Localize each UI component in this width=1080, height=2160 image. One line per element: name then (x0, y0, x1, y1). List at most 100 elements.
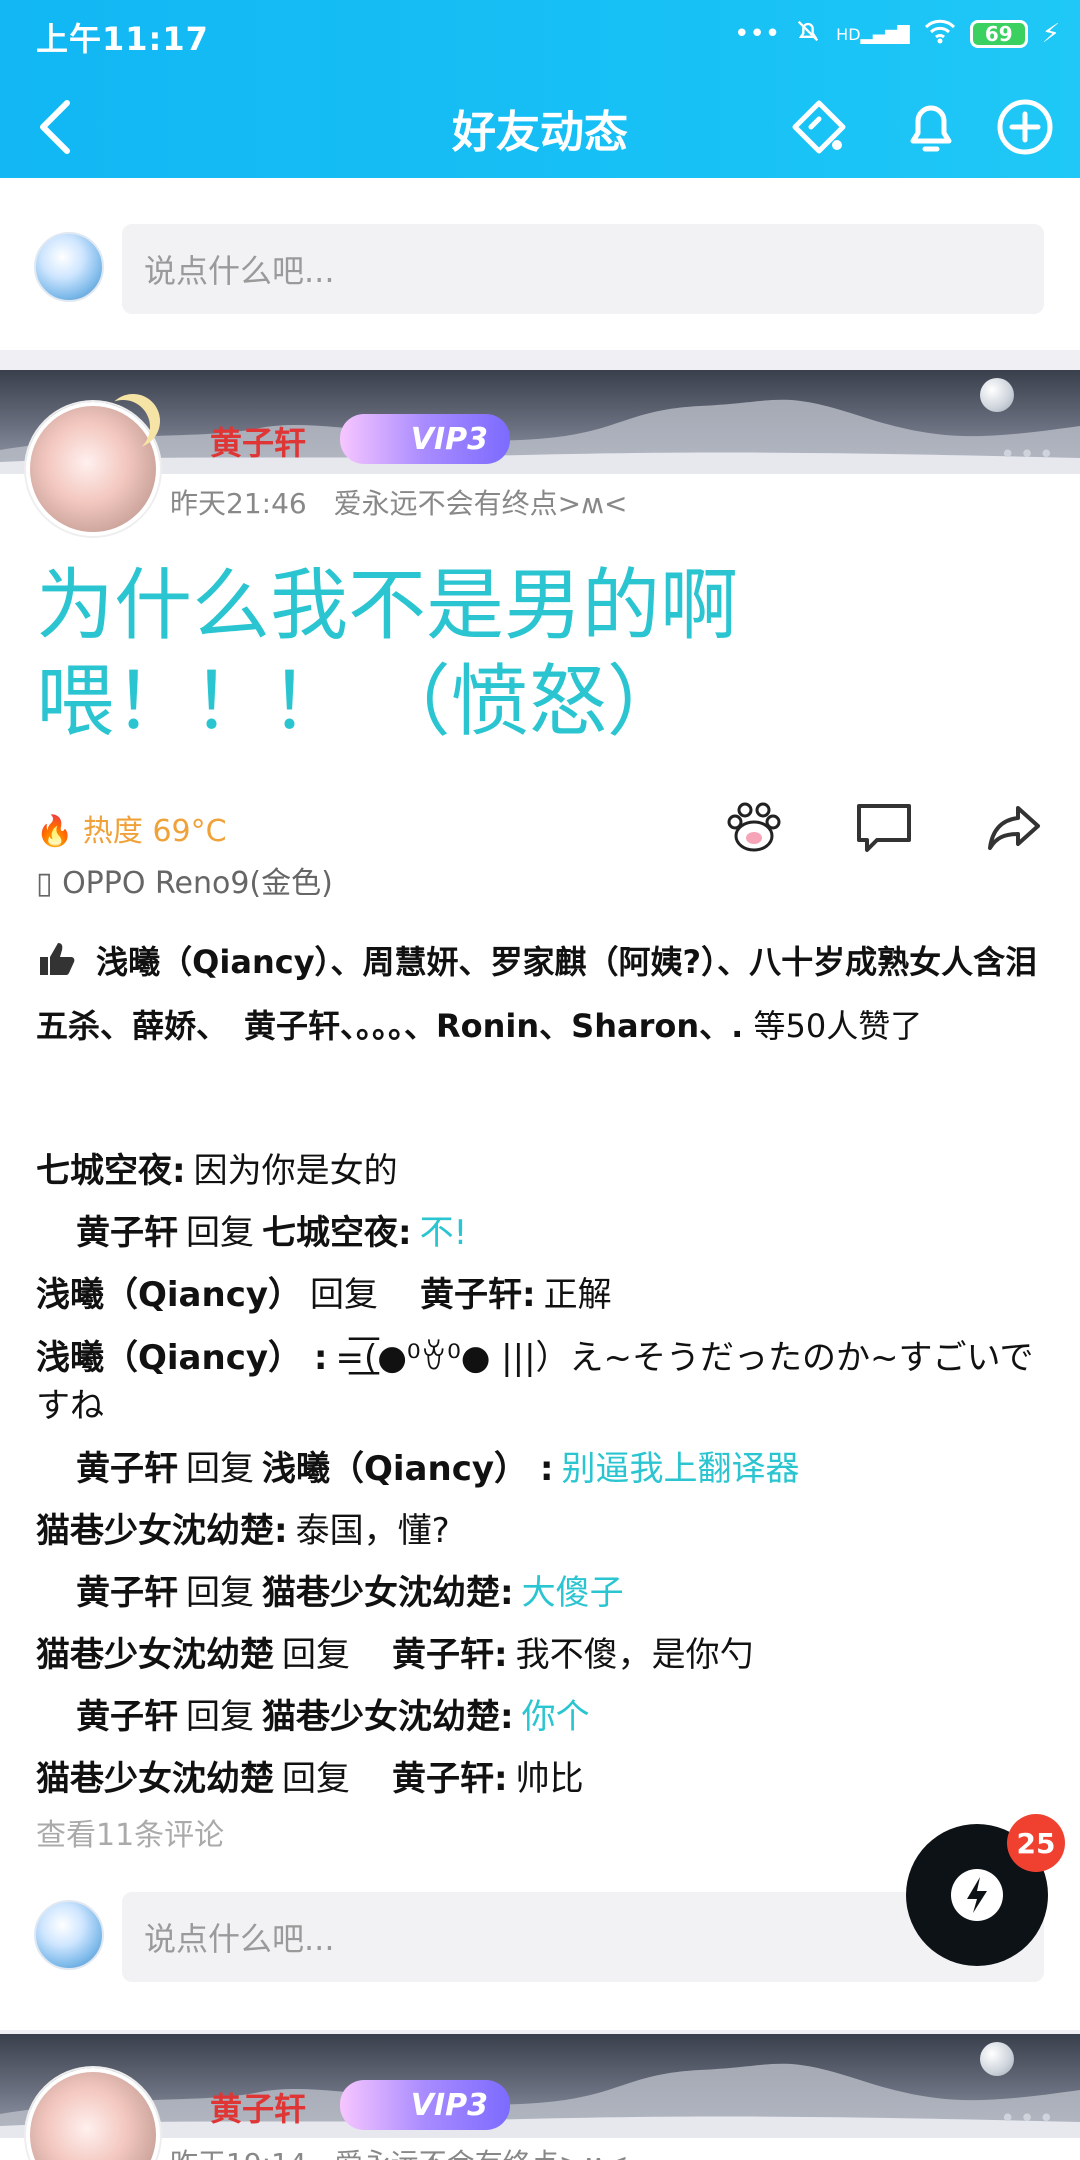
share-button[interactable] (976, 790, 1052, 866)
device-text: OPPO Reno9(金色) (62, 866, 333, 901)
comment-separator: : (274, 1511, 288, 1551)
comment-separator: : (494, 1635, 508, 1675)
post-time: 昨天21:46 (170, 487, 307, 520)
vip-badge[interactable]: VIP3 (340, 414, 510, 464)
notification-bell-icon[interactable] (896, 92, 966, 162)
comment-separator: : (398, 1213, 412, 1253)
comment-user[interactable]: 七城空夜 (36, 1151, 172, 1191)
comment-separator: : (494, 1759, 508, 1799)
reply-word: 回复 (186, 1213, 254, 1253)
reply-target[interactable]: 七城空夜 (262, 1213, 398, 1253)
comment-row[interactable]: 黄子轩 回复 七城空夜: 不! (36, 1202, 1046, 1264)
crescent-frame-icon (96, 400, 150, 454)
comment-text: 不! (419, 1213, 468, 1253)
comment-text: 帅比 (515, 1759, 584, 1799)
comment-separator: : (500, 1573, 514, 1613)
comment-button[interactable] (846, 790, 922, 866)
heat-text: 热度 69°C (82, 814, 227, 849)
comment-row[interactable]: 浅曦（Qiancy） : =͟͟͞͞(●⁰ꈊ⁰● |||）え~そうだったのか~すご… (36, 1326, 1046, 1438)
comment-user[interactable]: 黄子轩 (76, 1213, 178, 1253)
comments-list: 七城空夜: 因为你是女的 黄子轩 回复 七城空夜: 不! 浅曦（Qiancy） 回复 黄子轩:… (36, 1140, 1046, 1810)
comment-row[interactable]: 猫巷少女沈幼楚 回复 黄子轩: 帅比 (36, 1748, 1046, 1810)
post-content: 为什么我不是男的啊 喂！！！ （愤怒） (36, 558, 1046, 750)
signal-icon: HD▂▄▆█ (836, 24, 910, 44)
comment-user[interactable]: 猫巷少女沈幼楚 (36, 1511, 274, 1551)
reply-target[interactable]: 猫巷少女沈幼楚 (262, 1573, 500, 1613)
reply-target[interactable]: 黄子轩 (386, 1275, 522, 1315)
moon-decoration (980, 378, 1014, 412)
comment-user[interactable]: 黄子轩 (76, 1697, 178, 1737)
comment-row[interactable]: 浅曦（Qiancy） 回复 黄子轩: 正解 (36, 1264, 1046, 1326)
comment-user[interactable]: 浅曦（Qiancy） (36, 1338, 302, 1378)
likes-summary: 浅曦（Qiancy）、周慧妍、罗家麒（阿姨?）、八十岁成熟女人含泪五杀、薛娇、 … (36, 930, 1046, 1058)
comment-text: 别逼我上翻译器 (561, 1449, 800, 1489)
reply-word: 回复 (282, 1759, 350, 1799)
comment-separator: : (528, 1449, 554, 1489)
charging-icon: ⚡ (1041, 19, 1060, 49)
reply-word: 回复 (310, 1275, 379, 1315)
more-options-icon[interactable]: ••• (1000, 440, 1058, 470)
profile-banner: ••• (0, 370, 1080, 474)
comment-user[interactable]: 黄子轩 (76, 1573, 178, 1613)
comment-user[interactable]: 浅曦（Qiancy） (36, 1275, 302, 1315)
comment-separator: : (172, 1151, 186, 1191)
comment-text: 泰国，懂? (295, 1511, 450, 1551)
post-meta: 昨天21:46 爱永远不会有终点>ʍ< (170, 482, 627, 522)
unread-badge: 25 (1007, 1814, 1065, 1872)
author-name[interactable]: 黄子轩 (210, 418, 306, 464)
comment-text: 我不傻，是你勺 (515, 1635, 754, 1675)
view-all-comments-link[interactable]: 查看11条评论 (36, 1810, 224, 1854)
reply-word: 回复 (282, 1635, 350, 1675)
comment-row[interactable]: 七城空夜: 因为你是女的 (36, 1140, 1046, 1202)
next-post-card: ••• 黄子轩 VIP3 昨天19:14 爱永远不会有终点>ʍ< (0, 2034, 1080, 2160)
comment-row[interactable]: 猫巷少女沈幼楚: 泰国，懂? (36, 1500, 1046, 1562)
like-count-text: 等50人赞了 (743, 1007, 923, 1045)
paw-like-button[interactable] (716, 790, 792, 866)
more-dots-icon: ••• (734, 19, 781, 49)
reply-target[interactable]: 浅曦（Qiancy） (262, 1449, 528, 1489)
device-info: ▯ OPPO Reno9(金色) (36, 858, 333, 902)
thumbs-up-icon (36, 939, 76, 979)
comment-row[interactable]: 黄子轩 回复 猫巷少女沈幼楚: 你个 (36, 1686, 1046, 1748)
comment-input[interactable]: 说点什么吧... (122, 224, 1044, 314)
comment-user[interactable]: 猫巷少女沈幼楚 (36, 1759, 274, 1799)
top-comment-compose: 说点什么吧... (0, 178, 1080, 350)
comment-user[interactable]: 黄子轩 (76, 1449, 178, 1489)
status-bar: 上午11:17 ••• HD▂▄▆█ 69 ⚡ (0, 0, 1080, 66)
author-signature: 爱永远不会有终点>ʍ< (333, 487, 628, 520)
phone-icon: ▯ (36, 866, 53, 901)
post-card: ••• 黄子轩 VIP3 昨天21:46 爱永远不会有终点>ʍ< 为什么我不是男… (0, 370, 1080, 2030)
comment-row[interactable]: 猫巷少女沈幼楚 回复 黄子轩: 我不傻，是你勺 (36, 1624, 1046, 1686)
reply-target[interactable]: 黄子轩 (358, 1759, 494, 1799)
reply-target[interactable]: 黄子轩 (358, 1635, 494, 1675)
comment-row[interactable]: 黄子轩 回复 浅曦（Qiancy） : 别逼我上翻译器 (36, 1438, 1046, 1500)
reply-target[interactable]: 猫巷少女沈幼楚 (262, 1697, 500, 1737)
next-more-options-icon[interactable]: ••• (1000, 2104, 1058, 2134)
wifi-icon (924, 18, 956, 51)
my-avatar[interactable] (34, 232, 104, 302)
comment-user[interactable]: 猫巷少女沈幼楚 (36, 1635, 274, 1675)
flame-icon: 🔥 (36, 814, 74, 849)
next-vip-badge[interactable]: VIP3 (340, 2080, 510, 2130)
comment-text: 因为你是女的 (193, 1151, 398, 1191)
status-icons: ••• HD▂▄▆█ 69 ⚡ (734, 14, 1060, 54)
comment-separator: : (522, 1275, 536, 1315)
reply-word: 回复 (186, 1697, 254, 1737)
comment-text: 大傻子 (521, 1573, 624, 1613)
comment-text: 正解 (543, 1275, 612, 1315)
top-app-bar: 上午11:17 ••• HD▂▄▆█ 69 ⚡ 好友动态 (0, 0, 1080, 178)
mute-bell-icon (794, 17, 822, 52)
comment-row[interactable]: 黄子轩 回复 猫巷少女沈幼楚: 大傻子 (36, 1562, 1046, 1624)
heat-indicator: 🔥 热度 69°C (36, 806, 227, 850)
comment-separator: : (302, 1338, 328, 1378)
battery-indicator: 69 (969, 20, 1028, 48)
my-avatar-bottom[interactable] (34, 1900, 104, 1970)
next-author-name[interactable]: 黄子轩 (210, 2084, 306, 2130)
sparkle-diamond-icon[interactable] (784, 92, 854, 162)
post-comment-input[interactable]: 说点什么吧... (122, 1892, 1044, 1982)
post-content-line-1: 为什么我不是男的啊 (36, 561, 739, 651)
add-circle-icon[interactable] (990, 92, 1060, 162)
comment-separator: : (500, 1697, 514, 1737)
reply-word: 回复 (186, 1573, 254, 1613)
next-post-meta: 昨天19:14 爱永远不会有终点>ʍ< (170, 2142, 629, 2160)
